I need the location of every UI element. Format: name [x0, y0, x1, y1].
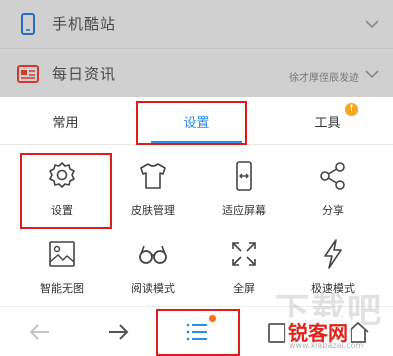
menu-item-label: 极速模式: [311, 282, 355, 295]
menu-item-fit-screen[interactable]: 适应屏幕: [195, 146, 293, 226]
mobile-phone-icon: [21, 13, 35, 35]
notification-dot: [209, 315, 216, 322]
active-tab-indicator: [151, 141, 242, 144]
chevron-down-icon: [365, 70, 379, 79]
menu-button[interactable]: [167, 307, 227, 356]
menu-item-label: 适应屏幕: [222, 204, 266, 217]
menu-item-label: 皮肤管理: [131, 204, 175, 217]
gear-icon: [49, 162, 75, 188]
home-button[interactable]: [328, 307, 388, 356]
list-item-title: 每日资讯: [52, 65, 117, 83]
menu-item-settings[interactable]: 设置: [13, 146, 111, 226]
back-button[interactable]: [10, 307, 70, 356]
menu-icon: [186, 323, 207, 341]
menu-item-reading-mode[interactable]: 阅读模式: [104, 224, 202, 304]
browser-screen: 手机酷站 每日资讯 徐才厚侄辰发迹 常用 设置 工具 ↑ 设置 皮肤管理 适应屏…: [0, 0, 393, 356]
chevron-down-icon: [365, 20, 379, 29]
menu-item-label: 智能无图: [40, 282, 84, 295]
home-icon: [347, 321, 369, 343]
settings-grid: 设置 皮肤管理 适应屏幕 分享 智能无图 阅读模式 全屏 极速模式: [0, 146, 393, 306]
windows-icon: [268, 323, 286, 343]
menu-item-label: 阅读模式: [131, 282, 175, 295]
list-item: 每日资讯 徐才厚侄辰发迹: [0, 49, 393, 97]
tab-settings[interactable]: 设置: [131, 97, 262, 145]
fit-screen-icon: [236, 161, 252, 191]
no-image-icon: [49, 241, 75, 267]
menu-item-label: 全屏: [233, 282, 255, 295]
arrow-left-icon: [29, 324, 49, 340]
list-item-subtitle: 徐才厚侄辰发迹: [289, 73, 359, 84]
menu-tab-bar: 常用 设置 工具: [0, 97, 393, 145]
menu-item-fullscreen[interactable]: 全屏: [195, 224, 293, 304]
glasses-icon: [139, 245, 167, 264]
news-icon: [17, 65, 39, 83]
tab-tools[interactable]: 工具: [262, 97, 393, 145]
list-item: 手机酷站: [0, 0, 393, 48]
share-icon: [320, 162, 345, 190]
lightning-icon: [324, 239, 342, 269]
forward-button[interactable]: [88, 307, 148, 356]
menu-item-no-image[interactable]: 智能无图: [13, 224, 111, 304]
tab-common[interactable]: 常用: [0, 97, 131, 145]
arrow-right-icon: [109, 324, 129, 340]
windows-button[interactable]: [248, 307, 308, 356]
menu-item-speed-mode[interactable]: 极速模式: [284, 224, 382, 304]
menu-item-skin[interactable]: 皮肤管理: [104, 146, 202, 226]
menu-item-label: 设置: [51, 204, 73, 217]
fullscreen-icon: [232, 242, 256, 266]
tshirt-icon: [140, 163, 166, 189]
update-badge: ↑: [345, 103, 358, 116]
menu-item-label: 分享: [322, 204, 344, 217]
bottom-toolbar: [0, 306, 393, 356]
list-item-title: 手机酷站: [52, 15, 117, 33]
menu-item-share[interactable]: 分享: [284, 146, 382, 226]
background-bookmark-list: 手机酷站 每日资讯 徐才厚侄辰发迹: [0, 0, 393, 97]
